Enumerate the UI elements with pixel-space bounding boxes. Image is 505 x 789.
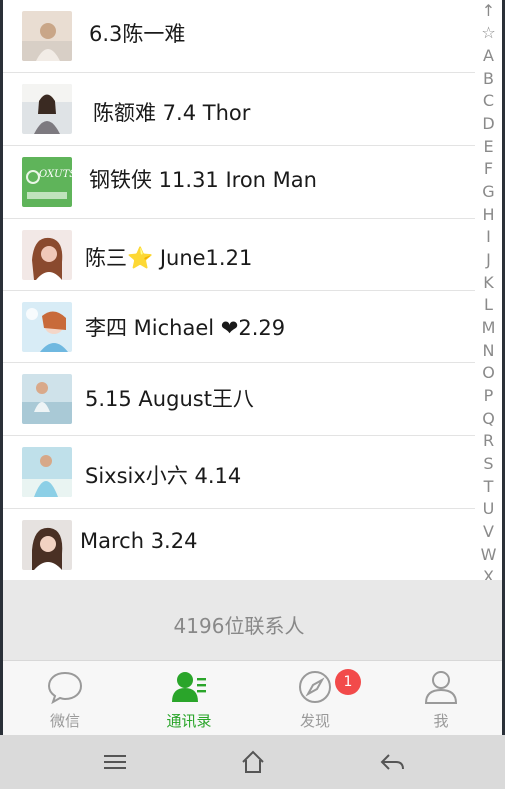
alpha-index-letter[interactable]: R	[475, 433, 502, 449]
avatar: OXUTS	[22, 157, 72, 207]
bottom-tab-bar: 微信 通讯录 1 发现 我	[3, 660, 502, 735]
tab-me[interactable]: 我	[381, 661, 501, 736]
contacts-icon	[172, 672, 206, 702]
avatar	[22, 374, 72, 424]
contact-list[interactable]: 6.3陈一难 陈额难 7.4 Thor OXUTS 钢铁侠 11.31 Iron…	[3, 0, 475, 580]
alpha-index-letter[interactable]: E	[475, 139, 502, 155]
alpha-index-letter[interactable]: K	[475, 275, 502, 291]
avatar	[22, 520, 72, 570]
avatar-badge-text: OXUTS	[39, 169, 72, 180]
tab-label: 微信	[49, 712, 80, 730]
alpha-index-letter[interactable]: N	[475, 343, 502, 359]
home-icon[interactable]	[240, 749, 266, 775]
alpha-index-letter[interactable]: H	[475, 207, 502, 223]
contact-row[interactable]: 陈额难 7.4 Thor	[3, 72, 475, 144]
tab-label: 通讯录	[166, 712, 212, 730]
system-nav-bar	[0, 735, 505, 789]
person-icon	[424, 671, 458, 704]
tab-label: 发现	[299, 712, 330, 730]
avatar	[22, 11, 72, 61]
compass-icon	[299, 671, 331, 703]
alpha-index-letter[interactable]: J	[475, 252, 502, 268]
alphabet-index[interactable]: ↑ ☆ A B C D E F G H I J K L M N O P Q R …	[475, 0, 502, 660]
contact-name: 钢铁侠 11.31 Iron Man	[89, 168, 317, 192]
chat-bubble-icon	[47, 671, 83, 704]
alpha-index-letter[interactable]: A	[475, 48, 502, 64]
contact-name: 李四 Michael ❤2.29	[85, 316, 286, 340]
alpha-index-letter[interactable]: S	[475, 456, 502, 472]
alpha-index-letter[interactable]: F	[475, 161, 502, 177]
alpha-index-letter[interactable]: I	[475, 229, 502, 245]
contact-name: 陈额难 7.4 Thor	[93, 101, 251, 125]
alpha-index-letter[interactable]: U	[475, 501, 502, 517]
contact-name: 5.15 August王八	[85, 387, 254, 411]
contact-row[interactable]: Sixsix小六 4.14	[3, 435, 475, 507]
alpha-index-letter[interactable]: M	[475, 320, 502, 336]
alpha-index-letter[interactable]: D	[475, 116, 502, 132]
tab-label: 我	[433, 712, 449, 730]
contact-name: March 3.24	[80, 529, 198, 553]
alpha-index-letter[interactable]: Q	[475, 411, 502, 427]
alpha-index-letter[interactable]: O	[475, 365, 502, 381]
alpha-index-letter[interactable]: V	[475, 524, 502, 540]
contact-row[interactable]: OXUTS 钢铁侠 11.31 Iron Man	[3, 145, 475, 217]
contact-row[interactable]: 陈三⭐ June1.21	[3, 218, 475, 290]
contact-count-text: 4196位联系人	[173, 614, 305, 638]
avatar	[22, 230, 72, 280]
tab-discover[interactable]: 1 发现	[255, 661, 375, 736]
alpha-index-letter[interactable]: G	[475, 184, 502, 200]
notification-badge: 1	[335, 669, 361, 695]
avatar	[22, 447, 72, 497]
alpha-index-letter[interactable]: L	[475, 297, 502, 313]
alpha-index-letter[interactable]: C	[475, 93, 502, 109]
contact-row[interactable]: 5.15 August王八	[3, 362, 475, 434]
back-icon[interactable]	[379, 749, 405, 775]
alpha-index-letter[interactable]: ☆	[475, 25, 502, 41]
menu-icon[interactable]	[102, 749, 128, 775]
contact-name: 6.3陈一难	[89, 22, 186, 46]
contact-row[interactable]: March 3.24	[3, 508, 475, 580]
alpha-index-letter[interactable]: T	[475, 479, 502, 495]
contact-name: 陈三⭐ June1.21	[85, 246, 253, 270]
phone-screen: 6.3陈一难 陈额难 7.4 Thor OXUTS 钢铁侠 11.31 Iron…	[0, 0, 505, 789]
alpha-index-letter[interactable]: W	[475, 547, 502, 563]
alpha-index-letter[interactable]: P	[475, 388, 502, 404]
contact-row[interactable]: 6.3陈一难	[3, 0, 475, 70]
contact-row[interactable]: 李四 Michael ❤2.29	[3, 290, 475, 362]
contact-name: Sixsix小六 4.14	[85, 464, 242, 488]
contact-count-footer: 4196位联系人	[3, 580, 502, 660]
avatar	[22, 84, 72, 134]
alpha-index-letter[interactable]: B	[475, 71, 502, 87]
tab-wechat[interactable]: 微信	[5, 661, 125, 736]
avatar	[22, 302, 72, 352]
tab-contacts[interactable]: 通讯录	[129, 661, 249, 736]
alpha-index-letter[interactable]: ↑	[475, 3, 502, 19]
